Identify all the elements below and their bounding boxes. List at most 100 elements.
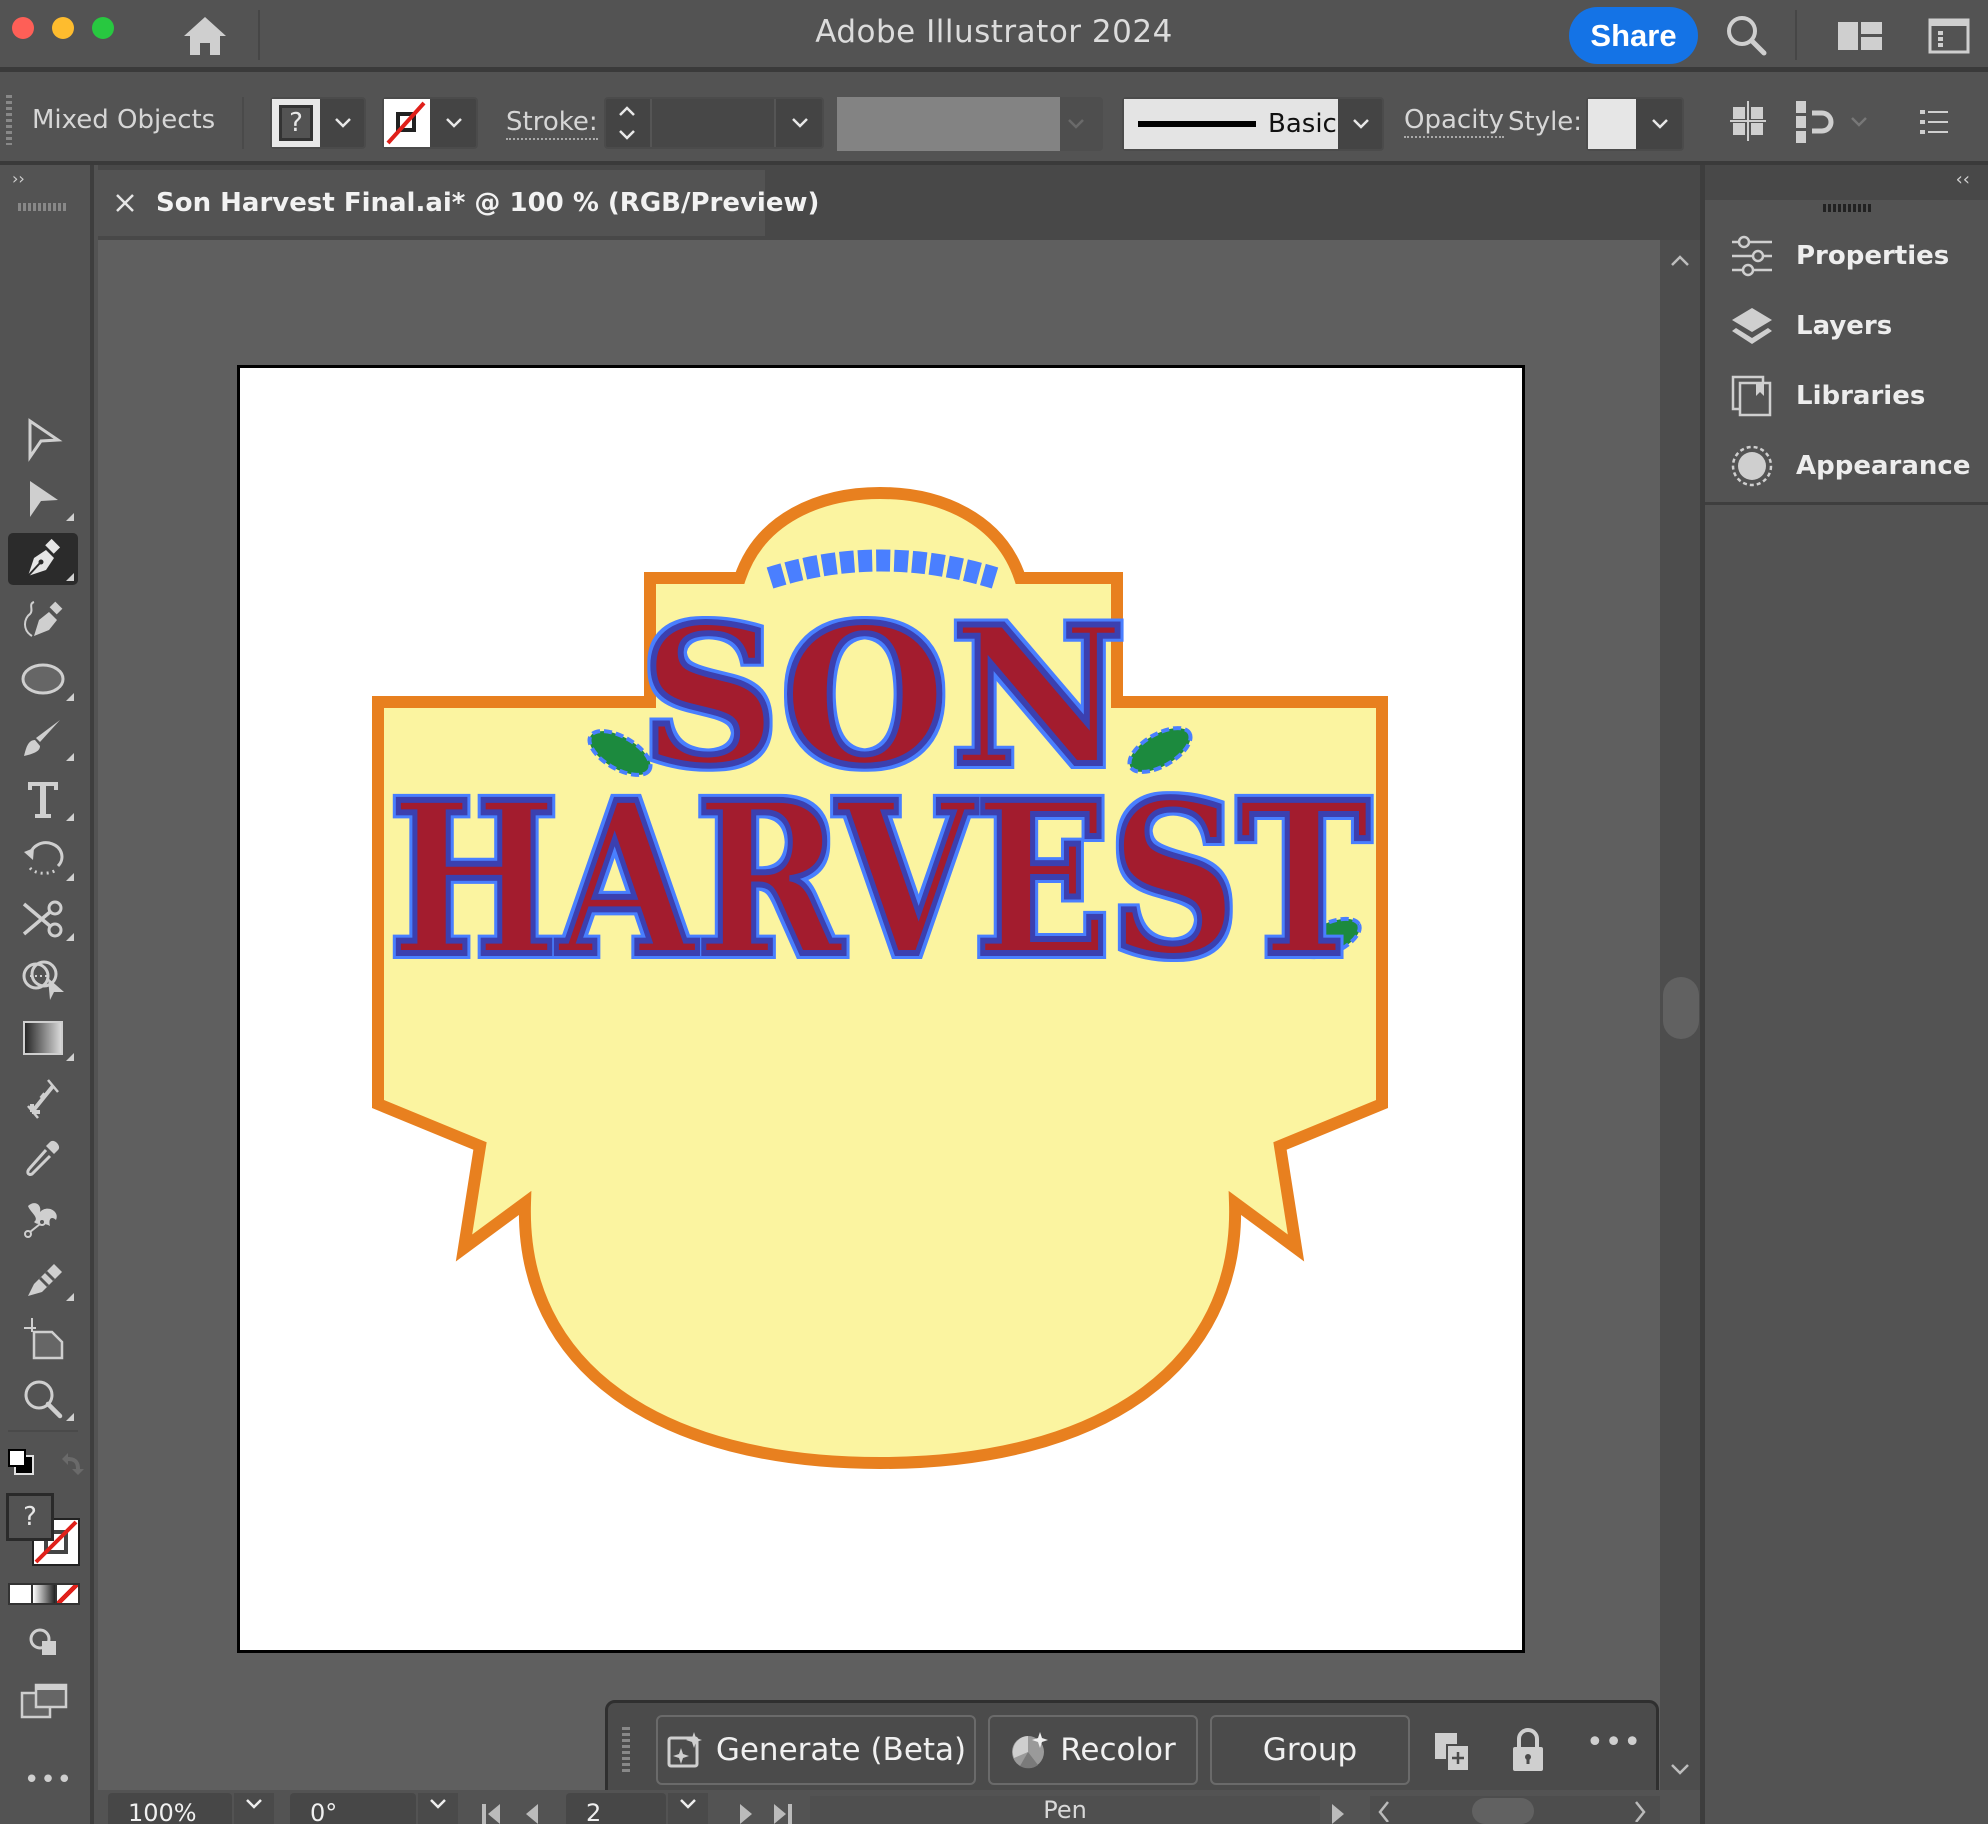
- horizontal-scroll-thumb[interactable]: [1472, 1798, 1534, 1824]
- generate-sparkle-icon: [667, 1732, 702, 1768]
- zoom-dropdown[interactable]: [234, 1793, 274, 1824]
- lock-button[interactable]: [1511, 1727, 1545, 1773]
- gradient-mode-button[interactable]: [33, 1585, 57, 1603]
- contextual-task-bar: Generate (Beta) Recolor Group •••: [605, 1700, 1659, 1800]
- document-tab[interactable]: Son Harvest Final.ai* @ 100 % (RGB/Previ…: [98, 170, 819, 236]
- edit-toolbar-button[interactable]: •••: [24, 1765, 73, 1795]
- chevron-up-icon[interactable]: [618, 105, 636, 117]
- zoom-level-field[interactable]: 100%: [108, 1793, 232, 1824]
- shaper-tool[interactable]: [8, 1253, 78, 1305]
- more-options-button[interactable]: •••: [1586, 1725, 1642, 1760]
- control-bar-grip[interactable]: [6, 95, 12, 145]
- horizontal-scrollbar[interactable]: [1370, 1796, 1660, 1824]
- panel-tab-libraries[interactable]: Libraries: [1730, 366, 1925, 426]
- puppet-warp-tool[interactable]: [8, 1193, 78, 1245]
- task-bar-grip[interactable]: [622, 1727, 630, 1773]
- status-menu-button[interactable]: [1324, 1800, 1352, 1824]
- panel-tab-appearance[interactable]: Appearance: [1730, 436, 1970, 496]
- generate-beta-button[interactable]: Generate (Beta): [656, 1715, 976, 1785]
- artboard-number-field[interactable]: 2: [566, 1793, 666, 1824]
- gradient-tool[interactable]: [8, 1013, 78, 1065]
- graphic-style-swatch[interactable]: [1588, 99, 1636, 149]
- toolbar-grip[interactable]: [18, 203, 66, 211]
- panel-tab-properties[interactable]: Properties: [1730, 226, 1949, 286]
- first-artboard-button[interactable]: [478, 1800, 508, 1824]
- no-stroke-icon: [386, 101, 426, 145]
- pen-tool[interactable]: [8, 533, 78, 585]
- scroll-up-button[interactable]: [1670, 252, 1690, 271]
- chevron-down-icon[interactable]: [618, 129, 636, 141]
- none-mode-button[interactable]: [56, 1585, 78, 1603]
- artboard-dropdown[interactable]: [668, 1793, 708, 1824]
- stroke-weight-stepper[interactable]: [606, 99, 648, 147]
- scroll-down-button[interactable]: [1670, 1762, 1690, 1781]
- rotation-field[interactable]: 0°: [290, 1793, 416, 1824]
- workspace-switcher-button[interactable]: [1838, 20, 1882, 52]
- last-artboard-button[interactable]: [768, 1800, 798, 1824]
- vertical-scroll-thumb[interactable]: [1663, 977, 1699, 1039]
- chevron-down-icon: [1353, 119, 1369, 129]
- artboard[interactable]: SON HARVEST: [237, 365, 1525, 1653]
- arrange-documents-button[interactable]: [1928, 18, 1970, 54]
- rotate-tool[interactable]: [8, 833, 78, 885]
- search-button[interactable]: [1723, 12, 1769, 58]
- panel-menu-button[interactable]: [1918, 107, 1950, 137]
- color-mode-button[interactable]: [10, 1585, 34, 1603]
- recolor-button[interactable]: Recolor: [988, 1715, 1198, 1785]
- toolbar-fill-swatch[interactable]: ?: [6, 1493, 54, 1541]
- stroke-swatch[interactable]: [384, 99, 430, 147]
- stroke-dropdown-chevron[interactable]: [432, 99, 476, 147]
- brush-dropdown-chevron[interactable]: [1340, 99, 1382, 149]
- next-icon: [740, 1804, 752, 1824]
- title-harvest[interactable]: HARVEST: [387, 753, 1373, 1006]
- previous-artboard-button[interactable]: [520, 1800, 544, 1824]
- ellipse-tool[interactable]: [8, 653, 78, 705]
- artwork[interactable]: SON HARVEST: [240, 368, 1522, 1650]
- scroll-right-icon[interactable]: [1632, 1800, 1648, 1822]
- direct-selection-tool[interactable]: [8, 473, 78, 525]
- swap-fill-stroke-button[interactable]: [56, 1449, 86, 1477]
- blend-tool[interactable]: [8, 1073, 78, 1125]
- selection-tool[interactable]: [8, 413, 78, 465]
- paintbrush-tool[interactable]: [8, 713, 78, 765]
- collapse-panels-icon[interactable]: ‹‹: [1956, 169, 1970, 190]
- opacity-label[interactable]: Opacity: [1404, 105, 1505, 138]
- align-button[interactable]: [1730, 101, 1766, 141]
- drawing-mode-button[interactable]: [28, 1627, 58, 1657]
- stroke-weight-input[interactable]: [650, 99, 776, 147]
- close-document-button[interactable]: [114, 192, 136, 214]
- share-button[interactable]: Share: [1569, 7, 1698, 64]
- scissors-tool[interactable]: [8, 893, 78, 945]
- ellipse-icon: [21, 663, 65, 695]
- snap-button[interactable]: [1794, 101, 1834, 143]
- duplicate-button[interactable]: [1433, 1731, 1473, 1773]
- type-tool[interactable]: [8, 773, 78, 825]
- rotation-dropdown[interactable]: [418, 1793, 458, 1824]
- default-fill-stroke-button[interactable]: [6, 1447, 36, 1477]
- panel-tab-layers[interactable]: Layers: [1730, 296, 1892, 356]
- expand-toolbar-icon[interactable]: ››: [12, 169, 25, 188]
- artboard-icon: [24, 1318, 64, 1360]
- eyedropper-icon: [26, 1140, 60, 1176]
- fill-swatch[interactable]: ?: [272, 99, 320, 147]
- artboard-tool[interactable]: [8, 1313, 78, 1365]
- lock-icon: [1513, 1728, 1543, 1771]
- fill-dropdown-chevron[interactable]: [322, 99, 364, 147]
- snap-dropdown-chevron[interactable]: [1850, 113, 1868, 132]
- stroke-weight-dropdown[interactable]: [778, 99, 822, 147]
- group-button[interactable]: Group: [1210, 1715, 1410, 1785]
- brush-definition-swatch[interactable]: Basic: [1124, 99, 1338, 149]
- selection-type-label: Mixed Objects: [32, 105, 216, 135]
- graphic-style-dropdown[interactable]: [1638, 99, 1682, 149]
- chevron-down-icon: [246, 1799, 262, 1809]
- panel-grip[interactable]: [1823, 204, 1871, 212]
- screen-mode-button[interactable]: [20, 1683, 68, 1719]
- curvature-tool[interactable]: [8, 593, 78, 645]
- current-tool-status[interactable]: Pen: [810, 1796, 1320, 1824]
- scroll-left-icon[interactable]: [1376, 1800, 1392, 1822]
- zoom-tool[interactable]: [8, 1373, 78, 1425]
- next-artboard-button[interactable]: [734, 1800, 758, 1824]
- eyedropper-tool[interactable]: [8, 1133, 78, 1185]
- stroke-label[interactable]: Stroke:: [506, 107, 598, 140]
- shape-builder-tool[interactable]: [8, 953, 78, 1005]
